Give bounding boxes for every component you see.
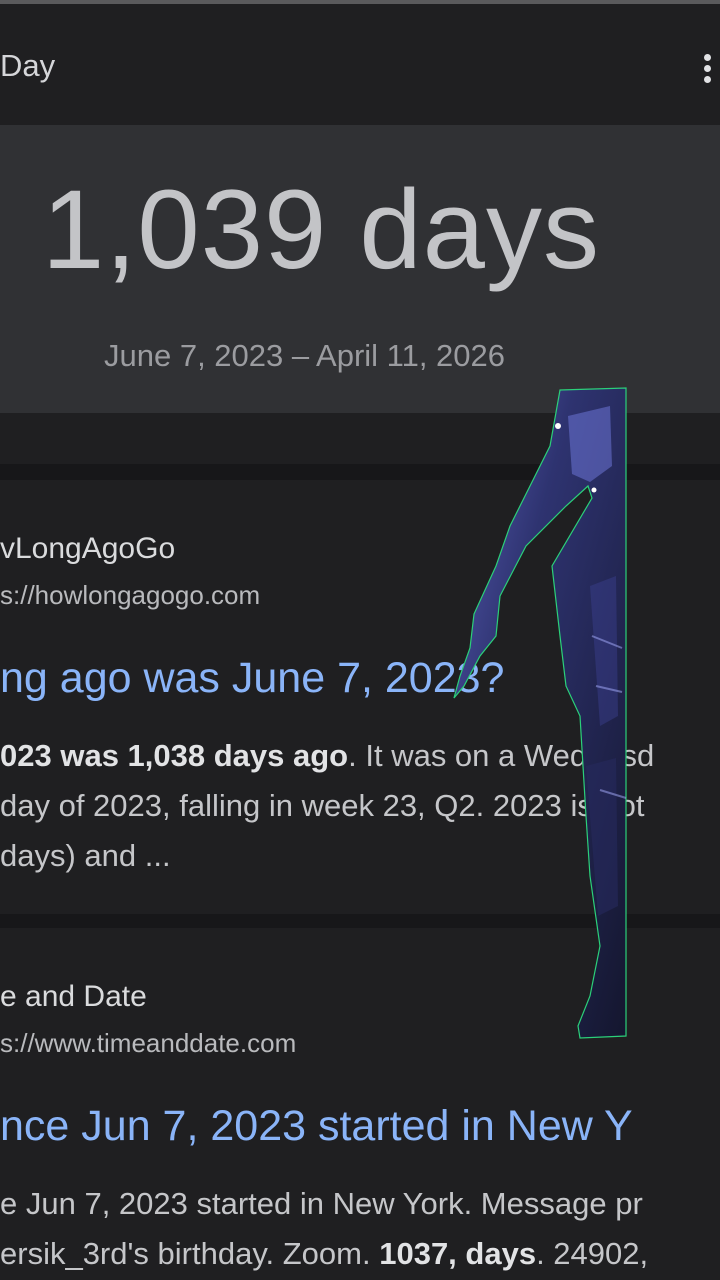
answer-date-range: June 7, 2023 – April 11, 2026: [104, 338, 506, 373]
result-title-link[interactable]: nce Jun 7, 2023 started in New Y: [0, 1102, 633, 1151]
snippet-bold: 023 was 1,038 days ago: [0, 738, 349, 773]
result-url[interactable]: s://howlongagogo.com: [0, 580, 260, 611]
more-vert-icon[interactable]: [700, 48, 714, 88]
result-url[interactable]: s://www.timeanddate.com: [0, 1028, 296, 1059]
snippet-text: . 24902,: [536, 1236, 649, 1271]
app-header: Day: [0, 4, 720, 125]
result-snippet-line: days) and ...: [0, 838, 171, 873]
overlay-figure-image: [453, 387, 627, 1039]
snippet-text: ersik_3rd's birthday. Zoom.: [0, 1236, 380, 1271]
result-site-name[interactable]: vLongAgoGo: [0, 532, 175, 566]
result-snippet-line: ersik_3rd's birthday. Zoom. 1037, days. …: [0, 1236, 648, 1272]
header-title: Day: [0, 48, 56, 83]
answer-value: 1,039 days: [42, 167, 600, 292]
result-site-name[interactable]: e and Date: [0, 980, 147, 1014]
result-title-link[interactable]: ng ago was June 7, 2023?: [0, 654, 504, 703]
snippet-bold: 1037, days: [379, 1236, 537, 1271]
result-snippet-line: e Jun 7, 2023 started in New York. Messa…: [0, 1186, 643, 1221]
